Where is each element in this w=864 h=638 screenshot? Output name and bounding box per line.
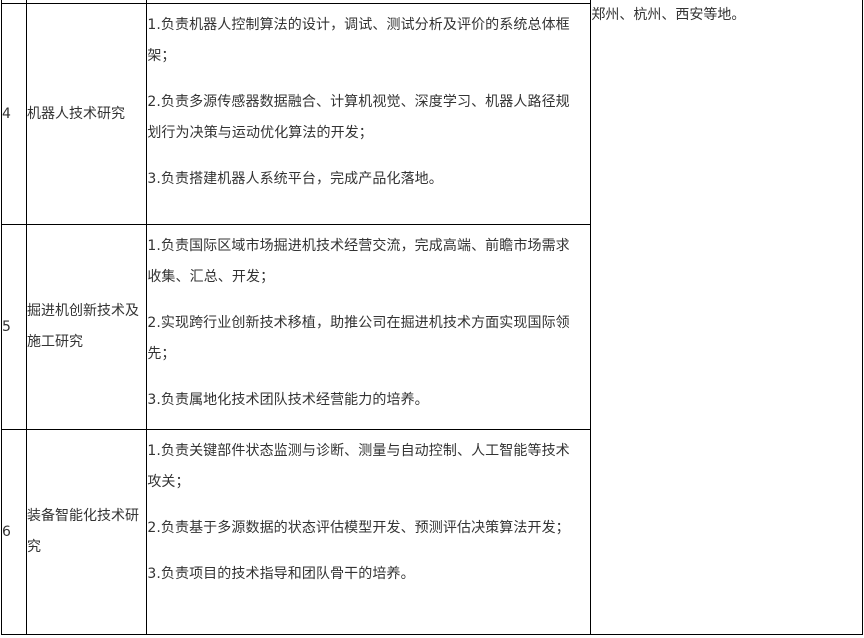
duty-item: 2.负责多源传感器数据融合、计算机视觉、深度学习、机器人路径规划行为决策与运动优… — [147, 94, 570, 141]
work-location-cell: 郑州、杭州、西安等地。 — [590, 0, 863, 635]
row-number: 4 — [0, 3, 28, 225]
duty-item: 3.负责项目的技术指导和团队骨干的培养。 — [147, 566, 415, 582]
duties-cell: 1.负责国际区域市场掘进机技术经营交流，完成高端、前瞻市场需求收集、汇总、开发；… — [146, 224, 592, 430]
duty-item: 3.负责属地化技术团队技术经营能力的培养。 — [147, 392, 429, 408]
duty-item: 3.负责搭建机器人系统平台，完成产品化落地。 — [147, 171, 443, 187]
position-name: 掘进机创新技术及施工研究 — [26, 224, 148, 430]
position-name: 机器人技术研究 — [26, 3, 148, 225]
job-table-page: 郑州、杭州、西安等地。 4 机器人技术研究 1.负责机器人控制算法的设计，调试、… — [0, 0, 864, 638]
row-number: 5 — [0, 224, 28, 430]
job-positions-table: 郑州、杭州、西安等地。 4 机器人技术研究 1.负责机器人控制算法的设计，调试、… — [0, 0, 863, 635]
position-name: 装备智能化技术研究 — [26, 429, 148, 635]
row-number: 6 — [0, 429, 28, 635]
duties-cell: 1.负责关键部件状态监测与诊断、测量与自动控制、人工智能等技术攻关； 2.负责基… — [146, 429, 592, 635]
duty-item: 2.实现跨行业创新技术移植，助推公司在掘进机技术方面实现国际领先； — [147, 315, 570, 362]
duty-item: 1.负责关键部件状态监测与诊断、测量与自动控制、人工智能等技术攻关； — [147, 443, 570, 490]
work-location-text: 郑州、杭州、西安等地。 — [591, 7, 746, 23]
duty-item: 2.负责基于多源数据的状态评估模型开发、预测评估决策算法开发； — [147, 520, 570, 536]
duty-item: 1.负责机器人控制算法的设计，调试、测试分析及评价的系统总体框架； — [147, 17, 570, 64]
duty-item: 1.负责国际区域市场掘进机技术经营交流，完成高端、前瞻市场需求收集、汇总、开发； — [147, 238, 570, 285]
duties-cell: 1.负责机器人控制算法的设计，调试、测试分析及评价的系统总体框架； 2.负责多源… — [146, 3, 592, 225]
